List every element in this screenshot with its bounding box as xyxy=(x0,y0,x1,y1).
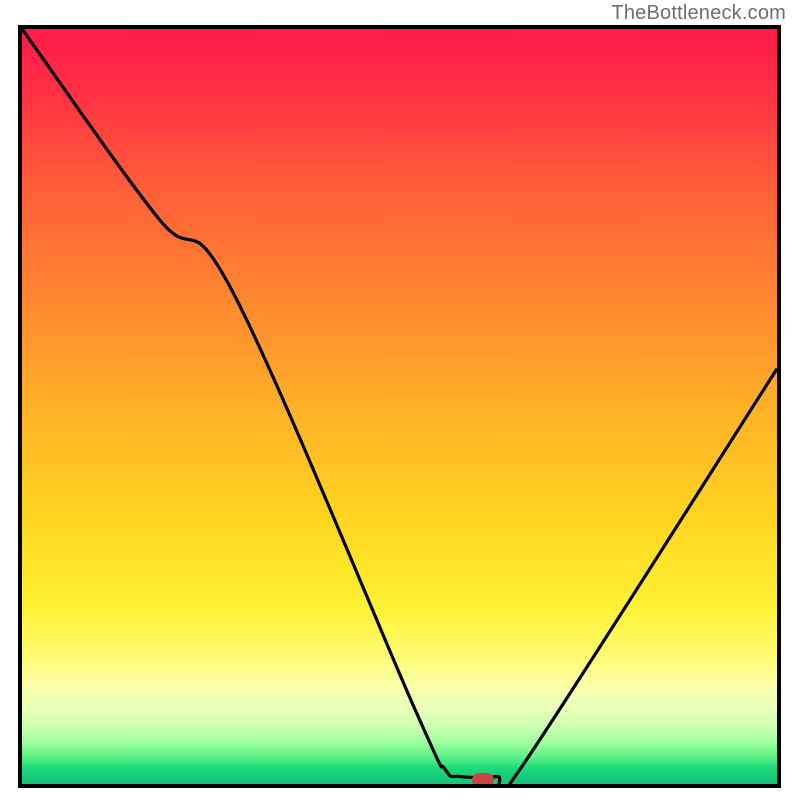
attribution-label: TheBottleneck.com xyxy=(611,2,786,25)
curve-path xyxy=(22,29,777,784)
bottleneck-curve xyxy=(22,29,777,784)
plot-area xyxy=(18,25,781,788)
chart-container: TheBottleneck.com xyxy=(0,0,800,800)
optimum-marker xyxy=(472,773,494,787)
